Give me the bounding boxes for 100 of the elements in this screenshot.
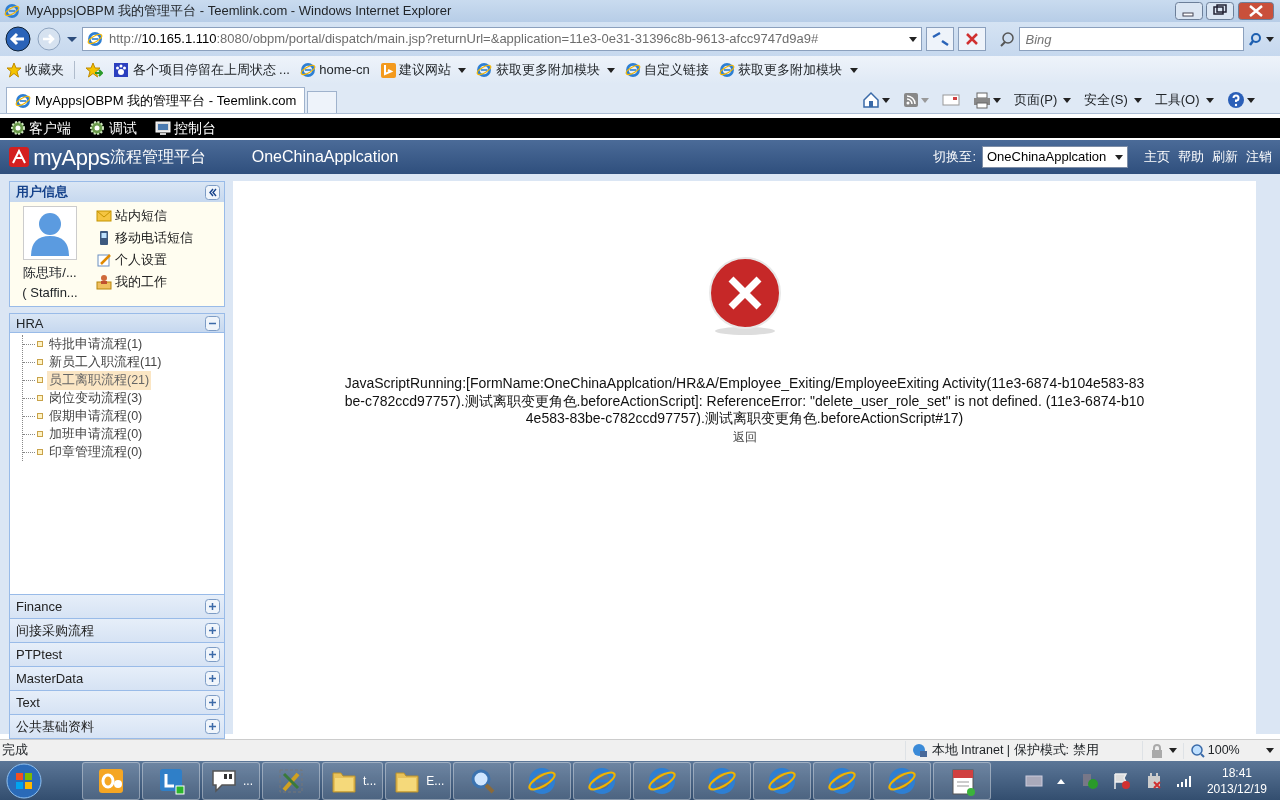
taskbar-button[interactable] [693,762,752,800]
keyboard-icon[interactable] [1024,775,1043,787]
back-link[interactable]: 返回 [732,427,757,446]
tree-item[interactable]: 印章管理流程(0) [47,442,145,462]
gear-icon [10,120,26,136]
favorite-link[interactable]: 收藏夹 [6,60,65,80]
globe-icon [527,766,558,796]
signal-icon[interactable] [1175,774,1194,788]
module-title[interactable]: Finance [16,597,63,617]
menu-button[interactable]: 页面(P) [1014,90,1072,110]
flag-icon[interactable] [1111,772,1132,790]
taskbar-button[interactable] [933,762,992,800]
favorite-link[interactable]: 获取更多附加模块 [719,60,858,80]
envelope-icon [96,207,112,224]
taskbar-button[interactable] [873,762,932,800]
menu-link[interactable]: 控制台 [154,117,216,139]
menu-button[interactable]: 安全(S) [1084,90,1142,110]
module-title[interactable]: HRA [16,313,44,333]
globe-icon [15,92,31,109]
mail-app-icon [96,766,126,796]
search-field[interactable]: Bing [1018,27,1244,51]
feed-icon[interactable] [903,92,920,108]
zoom-button[interactable]: 100% [1184,741,1280,760]
expand-button[interactable] [205,719,220,735]
tree-item[interactable]: 加班申请流程(0) [47,424,145,444]
menu-link[interactable]: 调试 [89,117,137,139]
taskbar-button[interactable] [633,762,692,800]
help-icon[interactable] [1226,91,1245,109]
pencil-icon [96,251,112,268]
expand-button[interactable] [205,647,220,663]
favorite-link[interactable]: 各个项目停留在上周状态 ... [113,60,290,80]
window-title: MyApps|OBPM 我的管理平台 - Teemlink.com - Windows Internet Explorer [26,2,453,21]
dropdown-arrow-icon[interactable] [66,34,78,44]
taskbar-button[interactable] [82,762,140,800]
collapse-button[interactable] [205,184,220,200]
taskbar-button[interactable] [262,762,320,800]
tree-item[interactable]: 员工离职流程(21) [47,370,152,390]
favorite-link[interactable]: home-cn [299,60,370,80]
user-action-link[interactable]: 站内短信 [96,206,193,225]
browser-tab[interactable]: MyApps|OBPM 我的管理平台 - Teemlink.com [6,87,306,113]
favorite-link[interactable]: 获取更多附加模块 [476,60,615,80]
panel-title: 用户信息 [16,183,68,202]
taskbar-button[interactable] [753,762,812,800]
mail-icon[interactable] [942,93,961,107]
user-action-link[interactable]: 移动电话短信 [96,228,193,247]
tree-item[interactable]: 新员工入职流程(11) [47,352,164,372]
module-title[interactable]: PTPtest [16,645,63,665]
header-link[interactable]: 刷新 [1212,147,1238,167]
globe-icon [476,62,493,78]
tree-item[interactable]: 假期申请流程(0) [47,406,145,426]
stop-button[interactable] [958,27,986,51]
address-field[interactable]: http://10.165.1.110:8080/obpm/portal/dispatch/main.jsp?returnUrl=&application=11e3-0e31-31396c8b-9613-afcc9747d9a9# [82,27,922,51]
header-link[interactable]: 主页 [1144,147,1170,167]
tree-item[interactable]: 特批申请流程(1) [47,334,145,354]
module-title[interactable]: Text [16,693,40,713]
taskbar-button[interactable] [513,762,572,800]
menu-link[interactable]: 客户端 [10,117,72,139]
taskbar-button[interactable] [142,762,200,800]
user-action-link[interactable]: 我的工作 [96,272,193,291]
globe-icon [767,766,798,796]
expand-button[interactable] [205,599,220,615]
add-favorite-icon[interactable] [85,62,104,78]
taskbar-button[interactable]: ... [202,762,260,800]
tray-arrow-icon[interactable] [1055,777,1066,785]
menu-button[interactable]: 工具(O) [1154,90,1214,110]
header-link[interactable]: 注销 [1246,147,1272,167]
expand-button[interactable] [205,695,220,711]
taskbar-button[interactable]: E... [385,762,452,800]
bullet-icon [37,341,43,348]
zoom-icon [1190,743,1205,758]
start-button[interactable] [4,763,44,799]
bullet-icon [37,449,43,456]
search-icon[interactable] [1248,32,1262,46]
application-select[interactable]: OneChinaApplcation [982,146,1128,168]
globe-icon [707,766,738,796]
application-name: OneChinaApplcation [251,147,400,167]
close-button[interactable] [1237,2,1274,20]
tools-icon [276,766,306,796]
favorite-link[interactable]: 建议网站 [379,60,467,80]
globe-icon [719,62,736,78]
back-button[interactable] [4,25,32,53]
globe-icon [587,766,618,796]
user-action-link[interactable]: 个人设置 [96,250,193,269]
taskbar-button[interactable] [453,762,512,800]
switch-label: 切换至: [933,148,976,167]
home-icon[interactable] [862,91,881,109]
expand-button[interactable] [205,671,220,687]
expand-button[interactable] [205,623,220,639]
globe-icon [624,62,641,78]
favorite-link[interactable]: 自定义链接 [624,60,710,80]
taskbar-button[interactable] [573,762,632,800]
tree-item[interactable]: 岗位变动流程(3) [47,388,145,408]
restore-button[interactable] [1206,2,1235,20]
collapse-button[interactable] [205,315,220,331]
taskbar-button[interactable]: t... [322,762,384,800]
taskbar-button[interactable] [813,762,872,800]
bullet-icon [37,377,43,384]
printer-icon[interactable] [973,91,992,109]
header-link[interactable]: 帮助 [1178,147,1204,167]
refresh-button[interactable] [926,27,954,51]
